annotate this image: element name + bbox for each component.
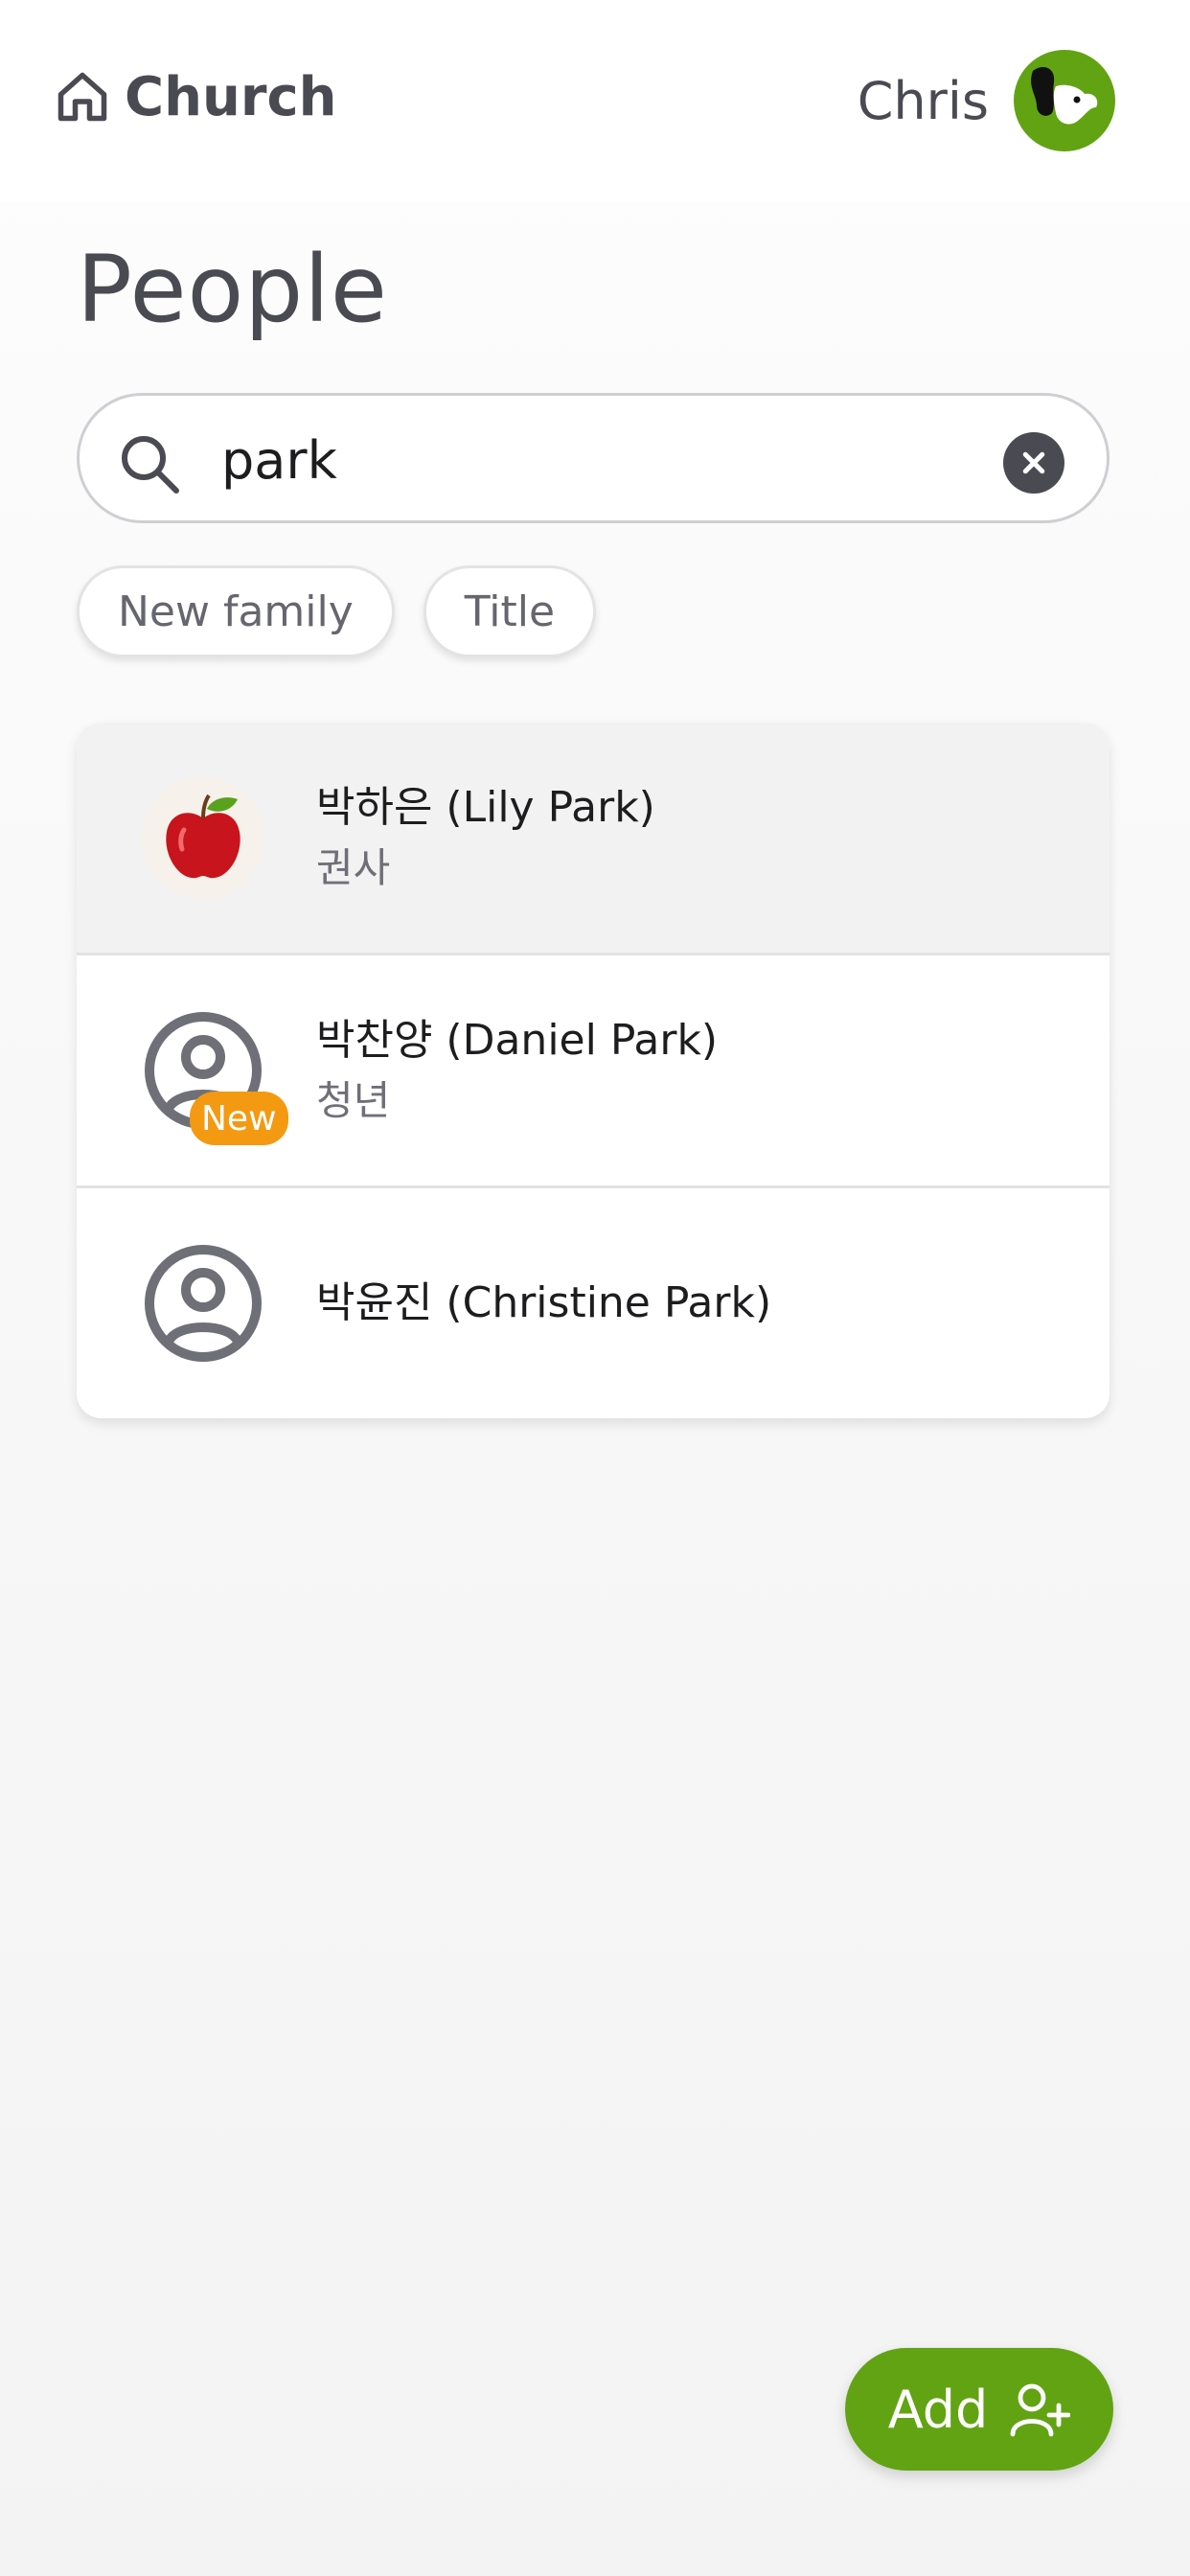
people-list: 박하은 (Lily Park) 권사 New 박찬양 (Daniel Park)… bbox=[77, 723, 1110, 1418]
app-header: Church Chris bbox=[0, 0, 1190, 201]
apple-icon bbox=[166, 794, 240, 879]
person-name: 박찬양 (Daniel Park) bbox=[316, 1016, 719, 1065]
search-bar[interactable] bbox=[77, 393, 1110, 523]
person-row[interactable]: 박하은 (Lily Park) 권사 bbox=[77, 723, 1110, 955]
search-input[interactable] bbox=[219, 423, 990, 497]
filter-chip-title[interactable]: Title bbox=[423, 565, 597, 657]
search-icon bbox=[122, 436, 179, 494]
page-title: People bbox=[77, 236, 388, 343]
user-name: Chris bbox=[857, 70, 989, 131]
user-menu[interactable]: Chris bbox=[858, 50, 1115, 151]
person-row[interactable]: New 박찬양 (Daniel Park) 청년 bbox=[77, 955, 1110, 1188]
clear-icon bbox=[1022, 451, 1045, 474]
person-title: 청년 bbox=[316, 1077, 391, 1124]
new-badge: New bbox=[190, 1092, 288, 1145]
person-name: 박하은 (Lily Park) bbox=[316, 783, 655, 832]
user-avatar[interactable] bbox=[1014, 50, 1115, 151]
clear-search-button[interactable] bbox=[1003, 432, 1064, 494]
brand-name: Church bbox=[125, 65, 337, 128]
add-person-button[interactable]: Add bbox=[845, 2348, 1113, 2471]
filter-chips: New family Title bbox=[77, 565, 597, 657]
home-link[interactable]: Church bbox=[54, 63, 337, 130]
person-title: 권사 bbox=[316, 844, 391, 891]
add-person-icon bbox=[1010, 2383, 1071, 2437]
bird-avatar-icon bbox=[1031, 67, 1098, 125]
apple-photo bbox=[142, 776, 264, 899]
person-name: 박윤진 (Christine Park) bbox=[316, 1278, 772, 1327]
add-button-label: Add bbox=[887, 2379, 989, 2440]
person-row[interactable]: 박윤진 (Christine Park) bbox=[77, 1188, 1110, 1418]
home-icon bbox=[57, 72, 107, 122]
filter-chip-new-family[interactable]: New family bbox=[77, 565, 395, 657]
person-icon bbox=[145, 1245, 262, 1362]
